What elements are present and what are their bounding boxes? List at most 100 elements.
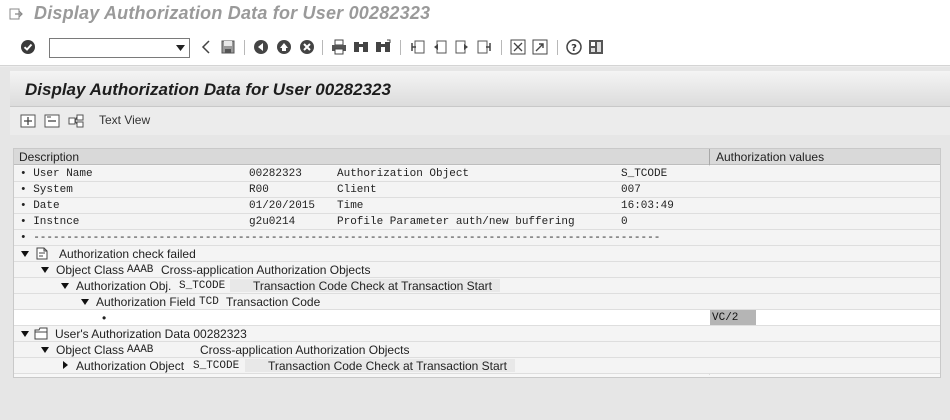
info-label: • Instnce [20,216,80,228]
print-icon[interactable] [330,38,348,56]
first-page-icon[interactable] [409,38,427,56]
expand-all-icon[interactable] [19,112,37,130]
tree-node-user-auth-data[interactable]: User's Authorization Data 00282323 [14,326,940,342]
command-field[interactable] [49,38,190,58]
info-value: 0 [621,216,628,228]
command-input[interactable] [52,40,170,56]
find-next-icon[interactable] [374,38,392,56]
last-page-icon[interactable] [475,38,493,56]
info-value: 16:03:49 [621,200,674,212]
header-info-row: • User Name 00282323 Authorization Objec… [14,166,940,182]
info-label: Time [337,200,364,212]
object-class-text: Cross-application Authorization Objects [200,343,410,357]
auth-field-text: Transaction Code [226,295,321,309]
authorization-value: VC/2 [712,312,739,324]
auth-object-text: Transaction Code Check at Transaction St… [268,359,508,373]
separator-row: • --------------------------------------… [14,230,940,246]
header-info-row: • Instnce g2u0214 Profile Parameter auth… [14,214,940,230]
tree-node-auth-object[interactable]: Authorization Object S_TCODE Transaction… [14,358,940,374]
help-icon[interactable]: ? [565,38,583,56]
collapse-arrow-icon[interactable] [63,361,68,369]
expand-arrow-icon[interactable] [41,267,49,273]
application-toolbar: Text View [10,107,950,135]
page-title: Display Authorization Data for User 0028… [25,80,391,99]
enter-icon[interactable] [19,38,37,56]
tree-node-value[interactable]: • VC/2 [14,310,940,326]
node-label: Object Class [56,343,125,357]
info-value: g2u0214 [249,216,296,228]
node-label: User's Authorization Data 00282323 [55,327,247,341]
auth-object-text: Transaction Code Check at Transaction St… [253,279,493,293]
content-area: Display Authorization Data for User 0028… [0,67,950,420]
chevron-down-icon[interactable] [171,39,189,57]
window-title: Display Authorization Data for User 0028… [34,3,431,23]
tree-node-check-failed[interactable]: Authorization check failed [14,246,940,262]
expand-arrow-icon[interactable] [21,251,29,257]
authorization-tree: Description Authorization values • User … [13,148,941,378]
back-icon[interactable] [252,38,270,56]
info-value: R00 [249,184,269,196]
tree-node-auth-field[interactable]: Authorization Field TCD Transaction Code [14,294,940,310]
save-icon[interactable] [219,38,237,56]
header-info-row: • Date 01/20/2015 Time 16:03:49 [14,198,940,214]
info-value: 01/20/2015 [249,200,316,212]
info-value: 00282323 [249,168,302,180]
toolbar-separator [244,40,245,55]
node-label: Authorization Object [76,359,185,373]
expand-arrow-icon[interactable] [21,331,29,337]
auth-object-code: S_TCODE [179,280,226,292]
dash-line: • --------------------------------------… [20,232,661,244]
page-title-bar: Display Authorization Data for User 0028… [10,71,950,107]
folder-icon [34,327,49,343]
shortcut-icon[interactable] [531,38,549,56]
node-label: Authorization Field [96,295,196,309]
info-value: 007 [621,184,641,196]
layout-icon[interactable] [587,38,605,56]
transaction-menu-icon[interactable] [9,7,23,21]
warning-doc-icon [36,247,49,263]
toolbar-separator [400,40,401,55]
expand-arrow-icon[interactable] [81,299,89,305]
info-label: Client [337,184,377,196]
value-bullet: • [102,311,107,325]
column-header-description[interactable]: Description [19,150,79,164]
svg-text:?: ? [571,43,577,54]
info-label: • Date [20,200,60,212]
tree-node-auth-object[interactable]: Authorization Obj. S_TCODE Transaction C… [14,278,940,294]
object-class-text: Cross-application Authorization Objects [161,263,371,277]
exit-icon[interactable] [275,38,293,56]
column-header-authorization-values[interactable]: Authorization values [716,150,824,164]
toolbar-separator [322,40,323,55]
info-value: S_TCODE [621,168,668,180]
standard-toolbar: ? [0,30,950,66]
auth-field-code: TCD [199,296,219,308]
info-label: Authorization Object [337,168,470,180]
node-label: Object Class [56,263,125,277]
back-arrow-icon[interactable] [197,38,215,56]
next-page-icon[interactable] [453,38,471,56]
info-label: • System [20,184,73,196]
column-divider [709,149,710,165]
object-class-code: AAAB [127,344,154,356]
subtree-icon[interactable] [67,112,85,130]
previous-page-icon[interactable] [431,38,449,56]
text-view-button[interactable]: Text View [99,113,150,127]
create-session-icon[interactable] [509,38,527,56]
toolbar-separator [557,40,558,55]
info-label: • User Name [20,168,93,180]
find-icon[interactable] [352,38,370,56]
tree-header: Description Authorization values [14,149,940,165]
cancel-icon[interactable] [298,38,316,56]
object-class-code: AAAB [127,264,154,276]
tree-node-object-class[interactable]: Object Class AAAB Cross-application Auth… [14,262,940,278]
authorization-value-cell[interactable]: VC/2 [710,310,756,325]
collapse-all-icon[interactable] [43,112,61,130]
expand-arrow-icon[interactable] [61,283,69,289]
auth-object-code: S_TCODE [193,360,240,372]
info-label: Profile Parameter auth/new buffering [337,216,575,228]
node-label: Authorization check failed [59,247,196,261]
header-info-row: • System R00 Client 007 [14,182,940,198]
toolbar-separator [501,40,502,55]
expand-arrow-icon[interactable] [41,347,49,353]
tree-node-object-class[interactable]: Object Class AAAB Cross-application Auth… [14,342,940,358]
